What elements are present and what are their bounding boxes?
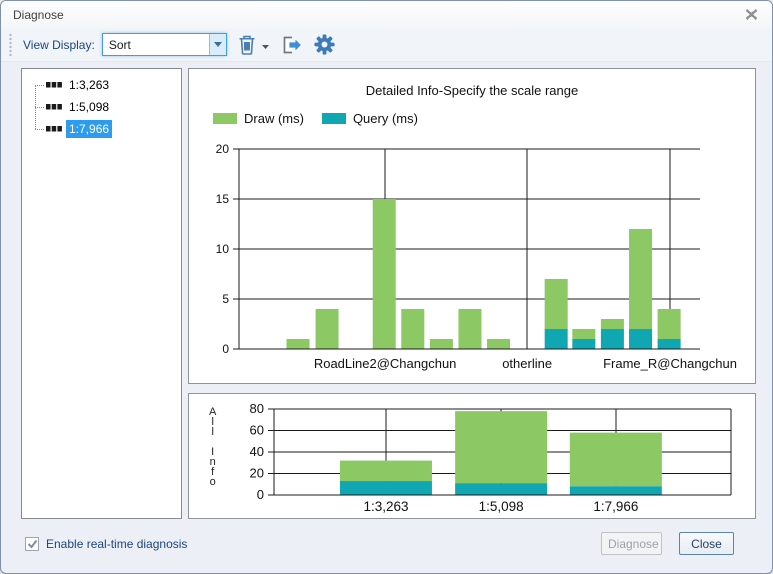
realtime-diagnosis-row: Enable real-time diagnosis xyxy=(25,537,187,551)
svg-text:RoadLine2@Changchun: RoadLine2@Changchun xyxy=(314,356,457,371)
view-display-label: View Display: xyxy=(23,38,95,52)
svg-text:5: 5 xyxy=(222,292,229,306)
tree-item-label: 1:3,263 xyxy=(66,76,112,94)
chart-title: Detailed Info-Specify the scale range xyxy=(189,83,755,98)
combobox-dropdown-icon[interactable] xyxy=(209,34,226,55)
draw-swatch xyxy=(213,113,237,124)
diagnose-dialog: Diagnose View Display: Sort xyxy=(0,0,773,574)
svg-text:40: 40 xyxy=(250,444,264,459)
tree-item-label: 1:5,098 xyxy=(66,98,112,116)
legend-label: Query (ms) xyxy=(353,111,418,126)
combobox-value: Sort xyxy=(103,34,209,55)
close-icon[interactable] xyxy=(742,7,760,23)
tree-item-scale-2[interactable]: 1:5,098 xyxy=(22,96,181,118)
svg-text:10: 10 xyxy=(216,242,230,256)
scale-bar-icon xyxy=(46,104,62,110)
diagnose-button[interactable]: Diagnose xyxy=(601,532,662,555)
settings-button[interactable] xyxy=(313,33,336,56)
legend-item-draw: Draw (ms) xyxy=(213,111,304,126)
detail-chart-panel: Detailed Info-Specify the scale range Dr… xyxy=(188,68,756,384)
enable-realtime-checkbox[interactable] xyxy=(25,537,39,551)
svg-text:0: 0 xyxy=(257,487,264,502)
svg-text:80: 80 xyxy=(250,401,264,416)
svg-text:1:7,966: 1:7,966 xyxy=(593,499,638,514)
enable-realtime-label: Enable real-time diagnosis xyxy=(46,537,187,551)
svg-text:1:5,098: 1:5,098 xyxy=(479,499,524,514)
svg-text:20: 20 xyxy=(216,142,230,156)
summary-chart-plot: 0 20 40 60 80 1:3,263 1:5,098 1:7,966 xyxy=(189,394,755,518)
window-title: Diagnose xyxy=(13,8,742,22)
tree-item-label: 1:7,966 xyxy=(66,120,112,138)
view-display-combobox[interactable]: Sort xyxy=(102,33,227,56)
gear-icon xyxy=(313,33,336,56)
legend-label: Draw (ms) xyxy=(244,111,304,126)
svg-text:60: 60 xyxy=(250,423,264,438)
svg-text:otherline: otherline xyxy=(502,356,552,371)
trash-icon xyxy=(236,33,258,56)
svg-text:20: 20 xyxy=(250,466,264,481)
legend-item-query: Query (ms) xyxy=(322,111,418,126)
svg-text:0: 0 xyxy=(222,342,229,356)
scale-bar-icon xyxy=(46,126,62,132)
scale-tree-panel: 1:3,263 1:5,098 1:7,966 xyxy=(21,68,182,519)
svg-text:1:3,263: 1:3,263 xyxy=(363,499,408,514)
tree-item-scale-1[interactable]: 1:3,263 xyxy=(22,74,181,96)
scale-bar-icon xyxy=(46,82,62,88)
query-swatch xyxy=(322,113,346,124)
checkmark-icon xyxy=(27,539,38,549)
toolbar-grip-handle[interactable] xyxy=(8,33,13,57)
detail-chart-plot: 0 5 10 15 20 RoadLine2@Changchun otherline Fram… xyxy=(189,127,755,381)
svg-text:15: 15 xyxy=(216,192,230,206)
delete-button[interactable] xyxy=(236,33,258,56)
svg-text:Frame_R@Changchun: Frame_R@Changchun xyxy=(603,356,737,371)
titlebar[interactable]: Diagnose xyxy=(1,1,772,28)
chart-legend: Draw (ms) Query (ms) xyxy=(213,111,755,126)
delete-dropdown-caret-icon[interactable] xyxy=(262,36,269,54)
close-button[interactable]: Close xyxy=(679,532,734,555)
tree-item-scale-3[interactable]: 1:7,966 xyxy=(22,118,181,140)
toolbar: View Display: Sort xyxy=(1,28,772,62)
summary-chart-panel: A l l I n f o 0204060801:3,2631:5,0981:7… xyxy=(188,393,756,519)
export-icon xyxy=(278,34,304,56)
export-button[interactable] xyxy=(278,34,304,56)
